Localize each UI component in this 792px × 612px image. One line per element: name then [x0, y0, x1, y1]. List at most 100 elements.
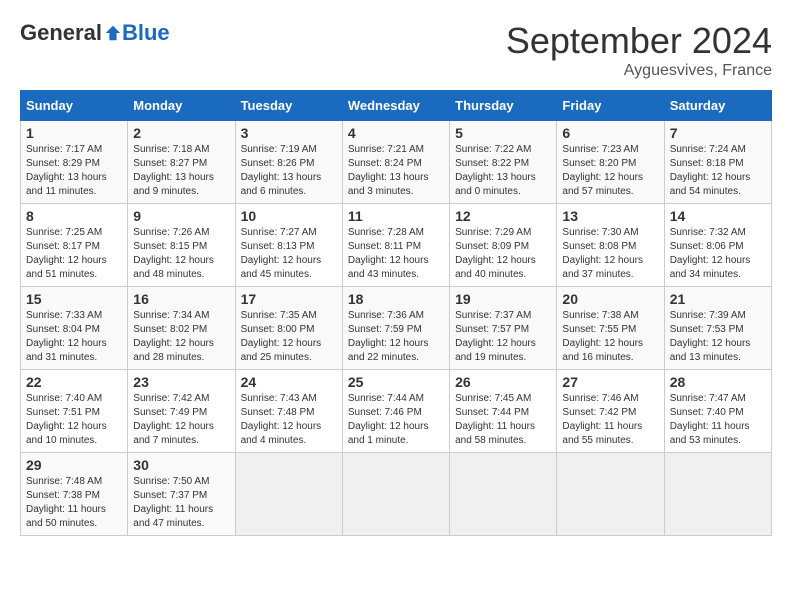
table-row: 16 Sunrise: 7:34 AM Sunset: 8:02 PM Dayli…: [128, 287, 235, 370]
day-info: Sunrise: 7:18 AM Sunset: 8:27 PM Dayligh…: [133, 143, 229, 199]
table-row: 8 Sunrise: 7:25 AM Sunset: 8:17 PM Daylig…: [21, 204, 128, 287]
day-number: 3: [241, 125, 337, 141]
table-row: 17 Sunrise: 7:35 AM Sunset: 8:00 PM Dayli…: [235, 287, 342, 370]
day-info: Sunrise: 7:33 AM Sunset: 8:04 PM Dayligh…: [26, 309, 122, 365]
table-row: 23 Sunrise: 7:42 AM Sunset: 7:49 PM Dayli…: [128, 370, 235, 453]
day-info: Sunrise: 7:35 AM Sunset: 8:00 PM Dayligh…: [241, 309, 337, 365]
day-number: 14: [670, 208, 766, 224]
day-number: 6: [562, 125, 658, 141]
week-row-2: 8 Sunrise: 7:25 AM Sunset: 8:17 PM Daylig…: [21, 204, 772, 287]
day-info: Sunrise: 7:45 AM Sunset: 7:44 PM Dayligh…: [455, 392, 551, 448]
table-row: 12Sunrise: 7:29 AM Sunset: 8:09 PM Dayli…: [450, 204, 557, 287]
table-row: 7 Sunrise: 7:24 AM Sunset: 8:18 PM Daylig…: [664, 121, 771, 204]
day-number: 4: [348, 125, 444, 141]
day-number: 5: [455, 125, 551, 141]
day-info: Sunrise: 7:24 AM Sunset: 8:18 PM Dayligh…: [670, 143, 766, 199]
col-sunday: Sunday: [21, 91, 128, 121]
calendar-table: Sunday Monday Tuesday Wednesday Thursday…: [20, 90, 772, 536]
day-info: Sunrise: 7:21 AM Sunset: 8:24 PM Dayligh…: [348, 143, 444, 199]
day-info: Sunrise: 7:46 AM Sunset: 7:42 PM Dayligh…: [562, 392, 658, 448]
day-number: 23: [133, 374, 229, 390]
day-info: Sunrise: 7:39 AM Sunset: 7:53 PM Dayligh…: [670, 309, 766, 365]
day-number: 29: [26, 457, 122, 473]
day-number: 22: [26, 374, 122, 390]
table-row: 25 Sunrise: 7:44 AM Sunset: 7:46 PM Dayli…: [342, 370, 449, 453]
day-info: Sunrise: 7:43 AM Sunset: 7:48 PM Dayligh…: [241, 392, 337, 448]
day-info: Sunrise: 7:28 AM Sunset: 8:11 PM Dayligh…: [348, 226, 444, 282]
week-row-1: 1Sunrise: 7:17 AM Sunset: 8:29 PM Daylig…: [21, 121, 772, 204]
day-number: 26: [455, 374, 551, 390]
table-row: [450, 453, 557, 536]
table-row: 28 Sunrise: 7:47 AM Sunset: 7:40 PM Dayli…: [664, 370, 771, 453]
table-row: [557, 453, 664, 536]
table-row: 22Sunrise: 7:40 AM Sunset: 7:51 PM Dayli…: [21, 370, 128, 453]
day-number: 18: [348, 291, 444, 307]
day-number: 15: [26, 291, 122, 307]
day-number: 16: [133, 291, 229, 307]
table-row: [342, 453, 449, 536]
day-info: Sunrise: 7:23 AM Sunset: 8:20 PM Dayligh…: [562, 143, 658, 199]
col-wednesday: Wednesday: [342, 91, 449, 121]
table-row: 2 Sunrise: 7:18 AM Sunset: 8:27 PM Daylig…: [128, 121, 235, 204]
week-row-4: 22Sunrise: 7:40 AM Sunset: 7:51 PM Dayli…: [21, 370, 772, 453]
day-info: Sunrise: 7:34 AM Sunset: 8:02 PM Dayligh…: [133, 309, 229, 365]
day-info: Sunrise: 7:27 AM Sunset: 8:13 PM Dayligh…: [241, 226, 337, 282]
day-number: 19: [455, 291, 551, 307]
day-number: 2: [133, 125, 229, 141]
day-info: Sunrise: 7:42 AM Sunset: 7:49 PM Dayligh…: [133, 392, 229, 448]
table-row: 13Sunrise: 7:30 AM Sunset: 8:08 PM Dayli…: [557, 204, 664, 287]
table-row: 10 Sunrise: 7:27 AM Sunset: 8:13 PM Dayli…: [235, 204, 342, 287]
day-info: Sunrise: 7:25 AM Sunset: 8:17 PM Dayligh…: [26, 226, 122, 282]
table-row: 18Sunrise: 7:36 AM Sunset: 7:59 PM Dayli…: [342, 287, 449, 370]
table-row: 5 Sunrise: 7:22 AM Sunset: 8:22 PM Daylig…: [450, 121, 557, 204]
cell-1: 1Sunrise: 7:17 AM Sunset: 8:29 PM Daylig…: [21, 121, 128, 204]
table-row: [664, 453, 771, 536]
table-row: 20 Sunrise: 7:38 AM Sunset: 7:55 PM Dayli…: [557, 287, 664, 370]
day-info: Sunrise: 7:47 AM Sunset: 7:40 PM Dayligh…: [670, 392, 766, 448]
day-info: Sunrise: 7:19 AM Sunset: 8:26 PM Dayligh…: [241, 143, 337, 199]
day-info: Sunrise: 7:48 AM Sunset: 7:38 PM Dayligh…: [26, 475, 122, 531]
col-saturday: Saturday: [664, 91, 771, 121]
table-row: 24Sunrise: 7:43 AM Sunset: 7:48 PM Dayli…: [235, 370, 342, 453]
table-row: 15 Sunrise: 7:33 AM Sunset: 8:04 PM Dayli…: [21, 287, 128, 370]
logo-general-text: General: [20, 20, 102, 46]
logo-blue-text: Blue: [122, 20, 170, 46]
day-number: 28: [670, 374, 766, 390]
logo-icon: [104, 24, 122, 42]
month-title: September 2024: [506, 20, 772, 62]
table-row: 29 Sunrise: 7:48 AM Sunset: 7:38 PM Dayli…: [21, 453, 128, 536]
table-row: 30Sunrise: 7:50 AM Sunset: 7:37 PM Dayli…: [128, 453, 235, 536]
day-number: 9: [133, 208, 229, 224]
location: Ayguesvives, France: [506, 62, 772, 80]
table-row: 26 Sunrise: 7:45 AM Sunset: 7:44 PM Dayli…: [450, 370, 557, 453]
day-number: 20: [562, 291, 658, 307]
table-row: 6 Sunrise: 7:23 AM Sunset: 8:20 PM Daylig…: [557, 121, 664, 204]
day-number: 8: [26, 208, 122, 224]
page-header: General Blue September 2024 Ayguesvives,…: [20, 20, 772, 80]
day-info: Sunrise: 7:44 AM Sunset: 7:46 PM Dayligh…: [348, 392, 444, 448]
day-info: Sunrise: 7:32 AM Sunset: 8:06 PM Dayligh…: [670, 226, 766, 282]
table-row: 3 Sunrise: 7:19 AM Sunset: 8:26 PM Daylig…: [235, 121, 342, 204]
day-number: 10: [241, 208, 337, 224]
day-number: 30: [133, 457, 229, 473]
day-number: 17: [241, 291, 337, 307]
day-info: Sunrise: 7:22 AM Sunset: 8:22 PM Dayligh…: [455, 143, 551, 199]
day-number: 25: [348, 374, 444, 390]
day-number: 11: [348, 208, 444, 224]
table-row: 21 Sunrise: 7:39 AM Sunset: 7:53 PM Dayli…: [664, 287, 771, 370]
day-number: 27: [562, 374, 658, 390]
day-info: Sunrise: 7:29 AM Sunset: 8:09 PM Dayligh…: [455, 226, 551, 282]
table-row: 11 Sunrise: 7:28 AM Sunset: 8:11 PM Dayli…: [342, 204, 449, 287]
table-row: 9Sunrise: 7:26 AM Sunset: 8:15 PM Daylig…: [128, 204, 235, 287]
logo: General Blue: [20, 20, 170, 46]
day-number: 7: [670, 125, 766, 141]
day-info: Sunrise: 7:17 AM Sunset: 8:29 PM Dayligh…: [26, 143, 122, 199]
col-friday: Friday: [557, 91, 664, 121]
col-monday: Monday: [128, 91, 235, 121]
day-number: 21: [670, 291, 766, 307]
header-row: Sunday Monday Tuesday Wednesday Thursday…: [21, 91, 772, 121]
day-info: Sunrise: 7:37 AM Sunset: 7:57 PM Dayligh…: [455, 309, 551, 365]
table-row: 19 Sunrise: 7:37 AM Sunset: 7:57 PM Dayli…: [450, 287, 557, 370]
day-info: Sunrise: 7:30 AM Sunset: 8:08 PM Dayligh…: [562, 226, 658, 282]
day-info: Sunrise: 7:38 AM Sunset: 7:55 PM Dayligh…: [562, 309, 658, 365]
